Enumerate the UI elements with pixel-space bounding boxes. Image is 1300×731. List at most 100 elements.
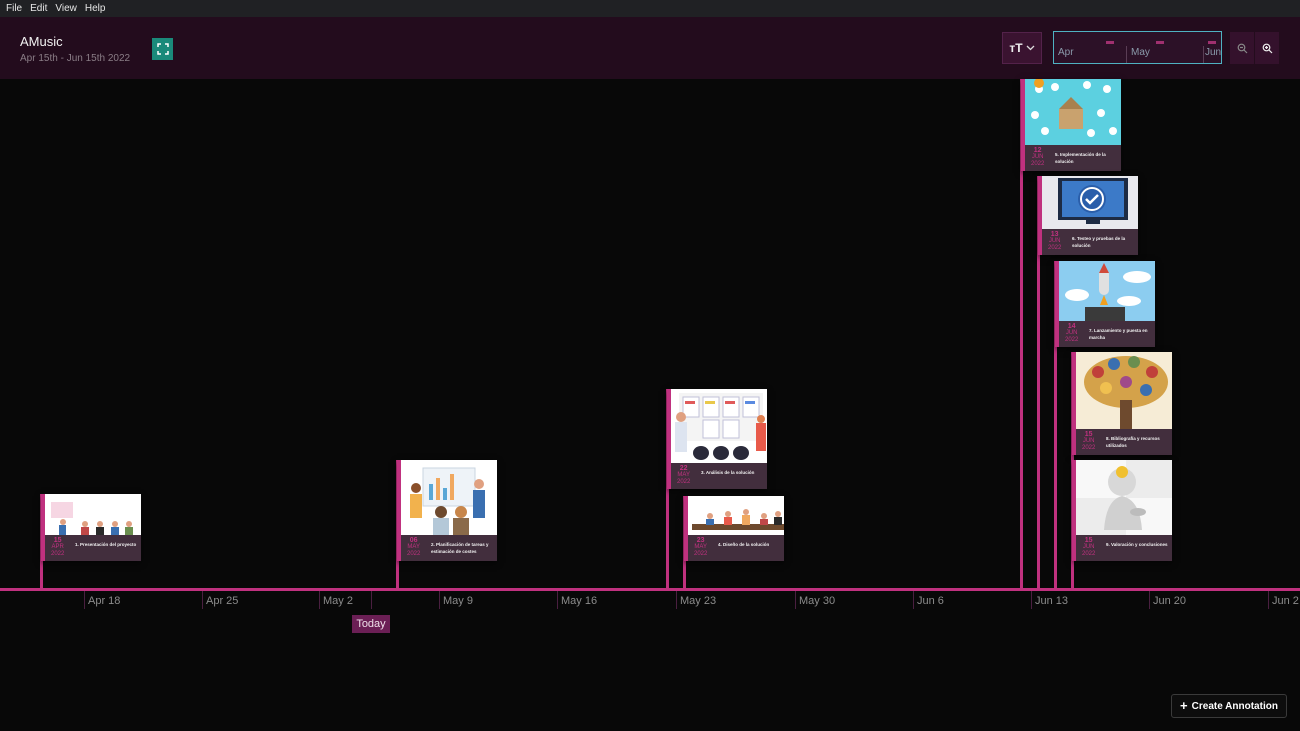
- event-month: APR: [51, 544, 64, 550]
- event-card[interactable]: 12 JUN 2022 5. Implementación de la soluci…: [1021, 79, 1121, 171]
- event-month: JUN: [1031, 154, 1044, 160]
- menu-view[interactable]: View: [55, 3, 77, 14]
- event-year: 2022: [51, 551, 65, 557]
- event-date: 06 MAY 2022: [407, 537, 420, 558]
- event-year: 2022: [694, 551, 708, 557]
- event-year: 2022: [407, 551, 421, 557]
- event-year: 2022: [1082, 551, 1096, 557]
- event-year: 2022: [1082, 445, 1096, 451]
- event-month: MAY: [677, 472, 690, 478]
- expand-icon: [156, 43, 169, 55]
- timeline-minimap[interactable]: Apr May Jun: [1053, 31, 1222, 64]
- event-card[interactable]: 22 MAY 2022 3. Análisis de la solución: [667, 389, 767, 489]
- minimap-month-may: May: [1131, 47, 1150, 58]
- event-date: 12 JUN 2022: [1031, 147, 1044, 168]
- event-day: 23: [696, 537, 705, 544]
- event-card[interactable]: 14 JUN 2022 7. Lanzamiento y puesta en mar…: [1055, 261, 1155, 347]
- event-footer: 15 JUN 2022 9. Valoración y conclusiones: [1076, 535, 1172, 561]
- axis-tick-label: Jun 6: [917, 595, 944, 607]
- event-day: 13: [1050, 231, 1059, 238]
- event-date: 15 JUN 2022: [1082, 431, 1095, 452]
- event-day: 14: [1067, 323, 1076, 330]
- event-image: [1076, 460, 1172, 535]
- event-month: JUN: [1065, 330, 1078, 336]
- axis-tick-label: Jun 13: [1035, 595, 1069, 607]
- create-annotation-button[interactable]: + Create Annotation: [1171, 694, 1287, 718]
- event-title: 1. Presentación del proyecto: [75, 542, 137, 547]
- minimap-month-jun: Jun: [1205, 47, 1222, 58]
- event-title: 9. Valoración y conclusiones: [1106, 542, 1168, 547]
- event-footer: 12 JUN 2022 5. Implementación de la soluci…: [1025, 145, 1121, 171]
- event-footer: 22 MAY 2022 3. Análisis de la solución: [671, 463, 767, 489]
- event-image: [1042, 176, 1138, 229]
- event-card[interactable]: 06 MAY 2022 2. Planificación de tareas y e…: [397, 460, 497, 561]
- event-date: 22 MAY 2022: [677, 465, 690, 486]
- event-footer: 15 JUN 2022 8. Bibliografía y recursos uti…: [1076, 429, 1172, 455]
- text-size-label: тT: [1009, 41, 1023, 55]
- event-title: 4. Diseño de la solución: [718, 542, 770, 547]
- event-title: 8. Bibliografía y recursos utilizados: [1106, 436, 1160, 448]
- event-image: [1025, 79, 1121, 145]
- axis-tick-label: Apr 18: [88, 595, 121, 607]
- event-title: 7. Lanzamiento y puesta en marcha: [1089, 328, 1148, 340]
- event-day: 22: [679, 465, 688, 472]
- event-date: 15 JUN 2022: [1082, 537, 1095, 558]
- minimap-marker: [1156, 41, 1164, 44]
- menu-help[interactable]: Help: [85, 3, 106, 14]
- event-day: 15: [1084, 537, 1093, 544]
- event-day: 12: [1033, 147, 1042, 154]
- event-month: JUN: [1082, 544, 1095, 550]
- menu-file[interactable]: File: [6, 3, 22, 14]
- event-year: 2022: [677, 479, 691, 485]
- event-date: 15 APR 2022: [51, 537, 64, 558]
- event-image: [688, 496, 784, 536]
- event-day: 15: [1084, 431, 1093, 438]
- event-footer: 06 MAY 2022 2. Planificación de tareas y e…: [401, 535, 497, 561]
- timeline-axis: [0, 588, 1300, 591]
- event-day: 06: [409, 537, 418, 544]
- menu-bar: File Edit View Help: [0, 0, 1300, 17]
- timeline-date-range: Apr 15th - Jun 15th 2022: [20, 53, 131, 64]
- event-card[interactable]: 15 JUN 2022 8. Bibliografía y recursos uti…: [1072, 352, 1172, 455]
- zoom-out-button[interactable]: [1230, 32, 1254, 64]
- event-month: MAY: [694, 544, 707, 550]
- event-card[interactable]: 13 JUN 2022 6. Testeo y pruebas de la solu…: [1038, 176, 1138, 255]
- event-card[interactable]: 23 MAY 2022 4. Diseño de la solución: [684, 496, 784, 561]
- event-footer: 13 JUN 2022 6. Testeo y pruebas de la solu…: [1042, 229, 1138, 255]
- event-title: 3. Análisis de la solución: [701, 470, 755, 475]
- event-month: JUN: [1082, 438, 1095, 444]
- event-day: 15: [53, 537, 62, 544]
- menu-edit[interactable]: Edit: [30, 3, 47, 14]
- axis-tick-label: May 23: [680, 595, 717, 607]
- event-footer: 23 MAY 2022 4. Diseño de la solución: [688, 535, 784, 561]
- event-year: 2022: [1065, 337, 1079, 343]
- timeline-header: AMusic Apr 15th - Jun 15th 2022 тT Apr M…: [0, 17, 1300, 79]
- event-title: 6. Testeo y pruebas de la solución: [1072, 236, 1126, 248]
- event-footer: 14 JUN 2022 7. Lanzamiento y puesta en mar…: [1059, 321, 1155, 347]
- zoom-in-button[interactable]: [1255, 32, 1279, 64]
- axis-tick-label: Jun 20: [1153, 595, 1187, 607]
- minimap-marker: [1208, 41, 1216, 44]
- fullscreen-button[interactable]: [152, 38, 173, 60]
- plus-icon: +: [1180, 698, 1188, 713]
- create-annotation-label: Create Annotation: [1191, 700, 1278, 712]
- event-card[interactable]: 15 APR 2022 1. Presentación del proyecto: [41, 494, 141, 561]
- event-image: [45, 494, 141, 539]
- minimap-marker: [1106, 41, 1114, 44]
- text-size-button[interactable]: тT: [1002, 32, 1042, 64]
- axis-tick-label: May 30: [799, 595, 836, 607]
- axis-tick-label: May 16: [561, 595, 598, 607]
- event-title: 5. Implementación de la solución: [1055, 152, 1106, 164]
- zoom-out-icon: [1237, 43, 1247, 53]
- minimap-separator: [1126, 46, 1127, 63]
- event-image: [671, 389, 767, 463]
- minimap-separator: [1203, 46, 1204, 63]
- minimap-month-apr: Apr: [1058, 47, 1074, 58]
- event-date: 13 JUN 2022: [1048, 231, 1061, 252]
- event-date: 23 MAY 2022: [694, 537, 707, 558]
- timeline-title: AMusic: [20, 34, 63, 49]
- axis-tick-label: May 9: [443, 595, 473, 607]
- zoom-in-icon: [1262, 43, 1272, 53]
- event-year: 2022: [1048, 245, 1062, 251]
- event-card[interactable]: 15 JUN 2022 9. Valoración y conclusiones: [1072, 460, 1172, 561]
